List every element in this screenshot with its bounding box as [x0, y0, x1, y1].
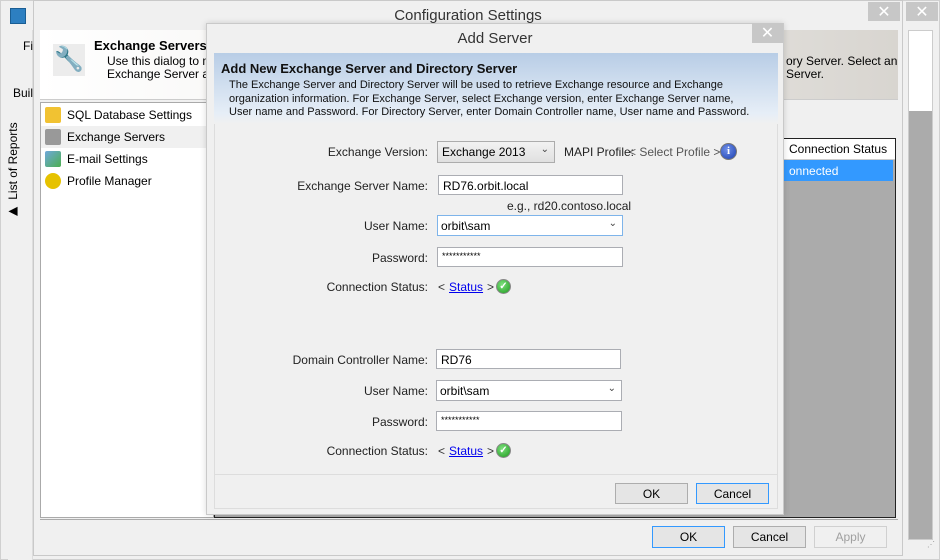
directory-password-label: Password:: [371, 415, 428, 429]
info-icon[interactable]: i: [720, 143, 737, 160]
divider: [40, 519, 898, 520]
servers-icon: [45, 129, 61, 145]
check-success-icon: ✓: [496, 443, 511, 458]
nav-item-profile-manager[interactable]: Profile Manager: [41, 170, 213, 192]
config-cancel-button[interactable]: Cancel: [733, 526, 806, 548]
close-icon: ✕: [760, 25, 775, 42]
header-desc: ory Server. Select an: [786, 54, 898, 68]
exchange-version-select[interactable]: Exchange 2013 ⌄: [437, 141, 555, 163]
directory-status-link[interactable]: Status: [449, 444, 483, 458]
menu-file[interactable]: Fi: [23, 39, 33, 53]
directory-connection-status-label: Connection Status:: [326, 444, 428, 458]
directory-user-name-combo[interactable]: orbit\sam ⌄: [436, 380, 622, 401]
mapi-profile-label: MAPI Profile:: [564, 145, 635, 159]
exchange-server-name-label: Exchange Server Name:: [297, 179, 428, 193]
bracket: >: [487, 280, 495, 294]
nav-item-sql-database-settings[interactable]: SQL Database Settings: [41, 104, 213, 126]
list-of-reports-label: List of Reports: [6, 122, 20, 200]
bracket: >: [487, 444, 495, 458]
nav-label: E-mail Settings: [67, 152, 148, 166]
nav-item-email-settings[interactable]: E-mail Settings: [41, 148, 213, 170]
nav-label: Exchange Servers: [67, 130, 166, 144]
exchange-status-link[interactable]: Status: [449, 280, 483, 294]
dialog-close-button[interactable]: ✕: [752, 23, 783, 43]
column-label: Connection Status: [789, 142, 888, 156]
domain-controller-name-label: Domain Controller Name:: [292, 353, 428, 367]
combo-value: orbit\sam: [441, 219, 491, 233]
resize-grip-icon[interactable]: ⋰: [905, 540, 935, 555]
dialog-heading: Add New Exchange Server and Directory Se…: [221, 61, 518, 76]
app-scroll-panel[interactable]: [908, 30, 933, 540]
exchange-connection-status-label: Connection Status:: [326, 280, 428, 294]
dialog-cancel-button[interactable]: Cancel: [696, 483, 769, 504]
chevron-down-icon: ⌄: [608, 218, 617, 229]
select-value: Exchange 2013: [442, 145, 526, 159]
directory-password-input[interactable]: ***********: [436, 411, 622, 431]
exchange-version-label: Exchange Version:: [327, 145, 428, 159]
app-close-button[interactable]: ✕: [906, 2, 938, 21]
exchange-status: < Status >: [438, 280, 494, 294]
bracket: <: [438, 280, 446, 294]
dialog-ok-button[interactable]: OK: [615, 483, 688, 504]
exchange-user-name-combo[interactable]: orbit\sam ⌄: [437, 215, 623, 236]
config-ok-button[interactable]: OK: [652, 526, 725, 548]
bracket: <: [438, 444, 446, 458]
close-icon: ✕: [877, 3, 891, 21]
exchange-password-input[interactable]: ***********: [437, 247, 623, 267]
database-icon: [45, 107, 61, 123]
config-apply-button[interactable]: Apply: [814, 526, 887, 548]
mapi-profile-link[interactable]: < Select Profile >: [629, 145, 720, 159]
email-icon: [45, 151, 61, 167]
header-desc: Server.: [786, 67, 825, 81]
key-icon: [45, 173, 61, 189]
config-title: Configuration Settings: [394, 7, 542, 24]
chevron-down-icon: ⌄: [540, 144, 549, 155]
ribbon-tab-build[interactable]: Buil: [13, 86, 33, 100]
list-of-reports-tab[interactable]: ◀ List of Reports: [6, 122, 20, 218]
directory-user-name-label: User Name:: [363, 384, 428, 398]
config-close-button[interactable]: ✕: [868, 2, 900, 21]
app-icon: [10, 8, 26, 24]
exchange-server-name-input[interactable]: RD76.orbit.local: [438, 175, 623, 195]
exchange-password-label: Password:: [371, 251, 428, 265]
check-success-icon: ✓: [496, 279, 511, 294]
app-left-strip: [8, 30, 33, 560]
header-desc: Use this dialog to ma: [107, 54, 220, 68]
chevron-down-icon: ⌄: [607, 383, 616, 394]
tools-icon: 🔧: [53, 44, 85, 76]
dialog-description: The Exchange Server and Directory Server…: [229, 79, 750, 118]
dialog-title: Add Server: [457, 30, 533, 47]
dialog-divider: [214, 474, 778, 475]
nav-label: Profile Manager: [67, 174, 152, 188]
cell-connection-status: onnected: [789, 164, 839, 178]
nav-label: SQL Database Settings: [67, 108, 192, 122]
config-header-title: Exchange Servers: [94, 38, 207, 53]
domain-controller-name-input[interactable]: RD76: [436, 349, 621, 369]
close-icon: ✕: [915, 3, 929, 21]
nav-item-exchange-servers[interactable]: Exchange Servers: [41, 126, 213, 148]
exchange-user-name-label: User Name:: [363, 219, 428, 233]
server-name-hint: e.g., rd20.contoso.local: [507, 199, 632, 213]
directory-status: < Status >: [438, 444, 494, 458]
expand-arrow-icon: ◀: [8, 203, 18, 218]
combo-value: orbit\sam: [440, 384, 490, 398]
